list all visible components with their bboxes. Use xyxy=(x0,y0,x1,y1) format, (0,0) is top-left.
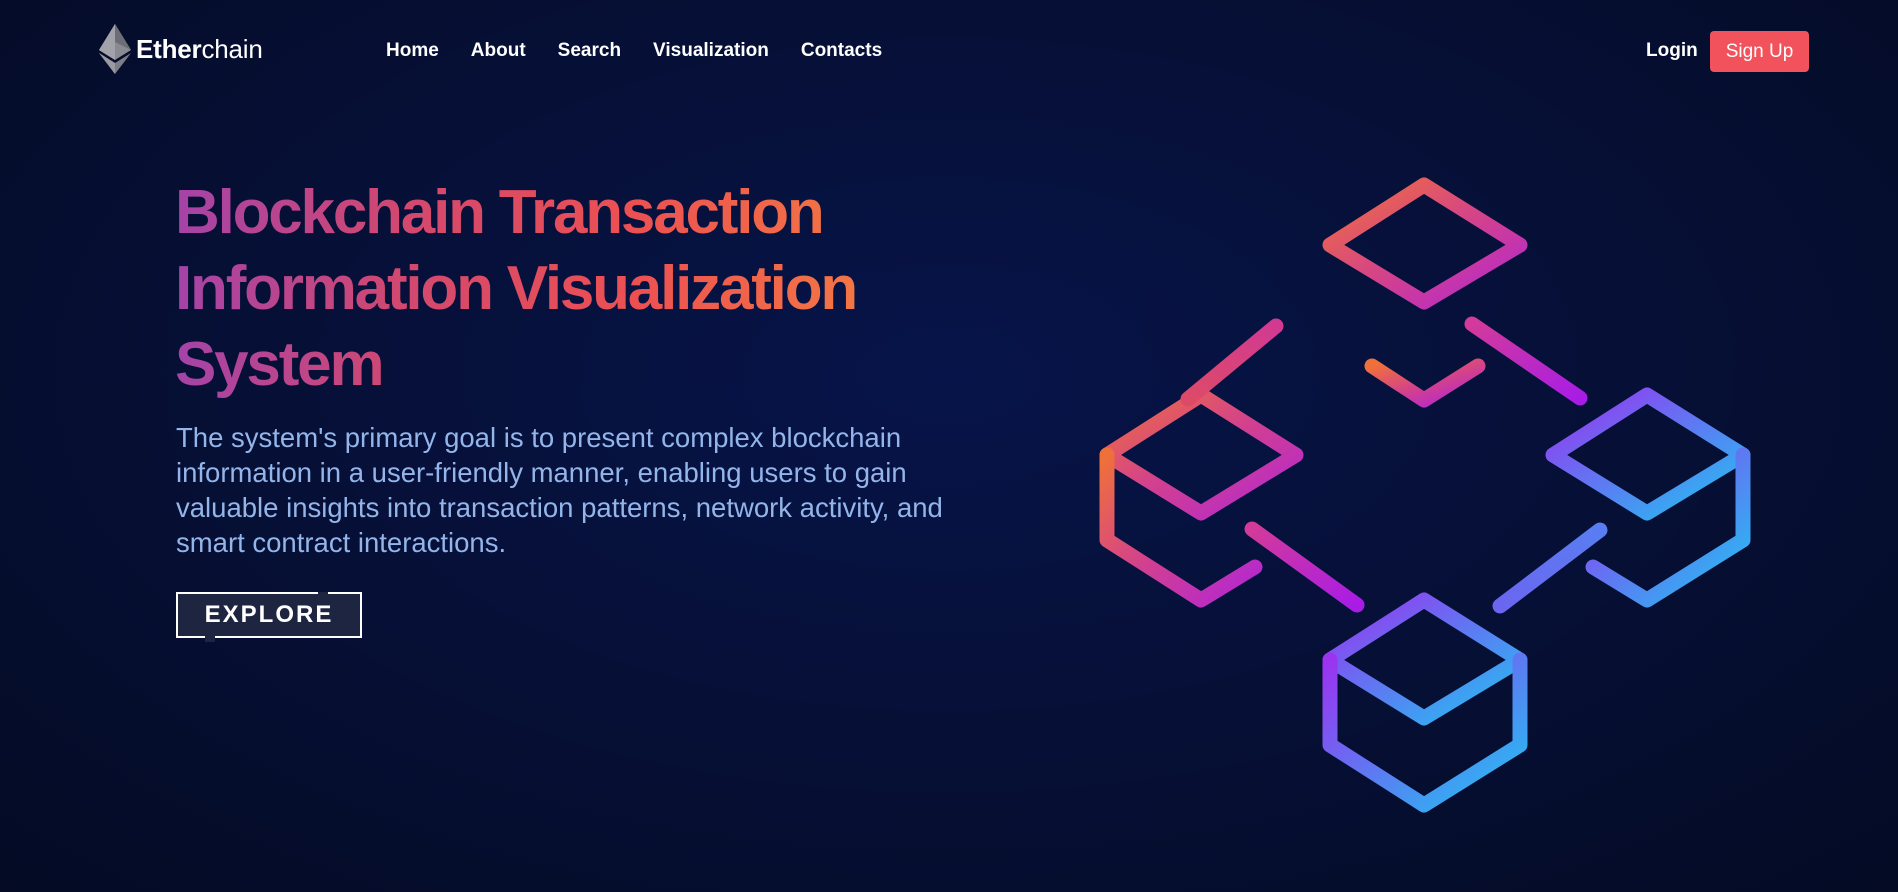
main-nav: Home About Search Visualization Contacts xyxy=(386,40,914,62)
bottom-cube-icon xyxy=(1322,592,1528,813)
brand-name-bold: Ether xyxy=(136,34,202,64)
chain-link-icon xyxy=(1464,316,1588,406)
nav-search[interactable]: Search xyxy=(558,40,621,62)
nav-visualization[interactable]: Visualization xyxy=(653,40,769,62)
hero-description: The system's primary goal is to present … xyxy=(176,422,943,558)
login-link[interactable]: Login xyxy=(1646,40,1698,62)
chain-link-icon xyxy=(1180,318,1284,407)
right-cube-icon xyxy=(1545,387,1751,608)
signup-button[interactable]: Sign Up xyxy=(1710,31,1809,72)
hero-title: Blockchain Transaction Information Visua… xyxy=(175,175,935,403)
nav-about[interactable]: About xyxy=(471,40,526,62)
explore-button[interactable]: EXPLORE xyxy=(176,592,362,638)
brand-name: Etherchain xyxy=(136,36,263,62)
hero-title-line: Blockchain Transaction xyxy=(175,178,823,247)
brand-name-light: chain xyxy=(201,34,263,64)
site-header: Etherchain Home About Search Visualizati… xyxy=(0,0,1898,100)
explore-button-notch xyxy=(318,592,328,598)
chain-link-icon xyxy=(1244,521,1365,613)
explore-button-notch xyxy=(205,636,215,642)
top-cube-icon xyxy=(1322,177,1528,408)
nav-contacts[interactable]: Contacts xyxy=(801,40,882,62)
ethereum-logo-icon xyxy=(99,24,131,74)
chain-link-icon xyxy=(1492,522,1608,614)
nav-home[interactable]: Home xyxy=(386,40,439,62)
hero-title-line: System xyxy=(175,330,383,399)
blockchain-cubes-illustration xyxy=(1099,177,1751,813)
brand-logo[interactable]: Etherchain xyxy=(98,24,263,74)
left-cube-icon xyxy=(1099,387,1304,608)
hero-title-line: Information Visualization xyxy=(175,254,857,323)
